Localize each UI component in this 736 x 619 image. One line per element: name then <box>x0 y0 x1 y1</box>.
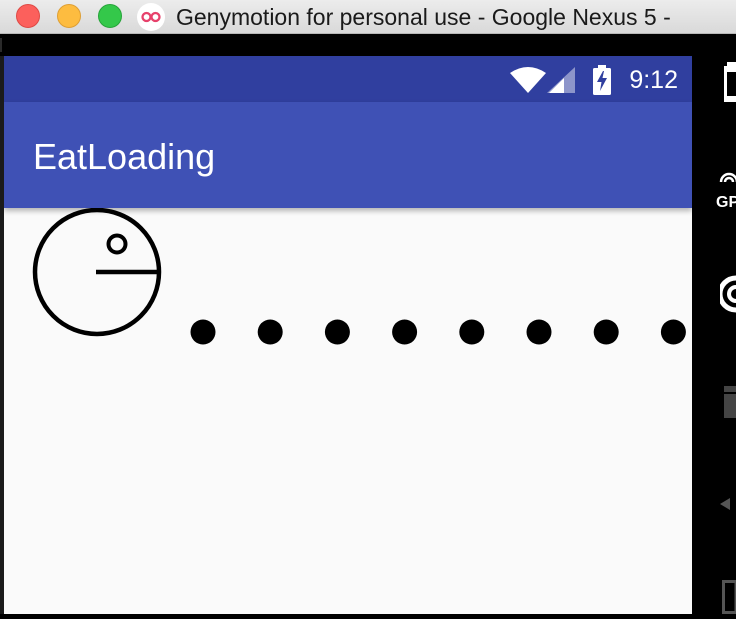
camera-widget-icon[interactable] <box>720 274 736 319</box>
loading-dot <box>258 320 283 345</box>
pacman-icon <box>35 210 159 334</box>
close-window-button[interactable] <box>16 4 40 28</box>
battery-charging-icon <box>592 65 612 100</box>
status-bar: 9:12 <box>4 56 692 102</box>
loading-dot <box>459 320 484 345</box>
eat-loading-view <box>4 208 692 348</box>
device-screen: 9:12 EatLoading <box>4 56 692 614</box>
battery-widget-icon[interactable] <box>722 62 736 111</box>
back-nav-icon[interactable] <box>720 497 730 515</box>
gps-label: GP <box>716 195 736 211</box>
minimize-window-button[interactable] <box>57 4 81 28</box>
loading-dot <box>661 320 686 345</box>
gps-widget-icon[interactable]: GP <box>716 168 736 211</box>
loading-dot <box>527 320 552 345</box>
signal-icon <box>547 67 575 98</box>
status-time: 9:12 <box>629 65 678 95</box>
dots-row <box>191 320 686 345</box>
window-titlebar: Genymotion for personal use - Google Nex… <box>0 0 736 34</box>
emulator-top-frame <box>0 34 736 56</box>
genymotion-logo-icon <box>137 3 165 31</box>
wifi-icon <box>510 67 546 98</box>
loading-dot <box>325 320 350 345</box>
emulator-side-panel: GP <box>692 56 736 614</box>
zoom-window-button[interactable] <box>98 4 122 28</box>
loading-dot <box>392 320 417 345</box>
video-widget-icon[interactable] <box>723 386 736 423</box>
app-bar: EatLoading <box>4 102 692 208</box>
loading-dot <box>191 320 216 345</box>
loading-dot <box>594 320 619 345</box>
window-title: Genymotion for personal use - Google Nex… <box>176 3 736 31</box>
recent-apps-icon[interactable] <box>722 580 736 619</box>
app-title: EatLoading <box>33 136 215 178</box>
